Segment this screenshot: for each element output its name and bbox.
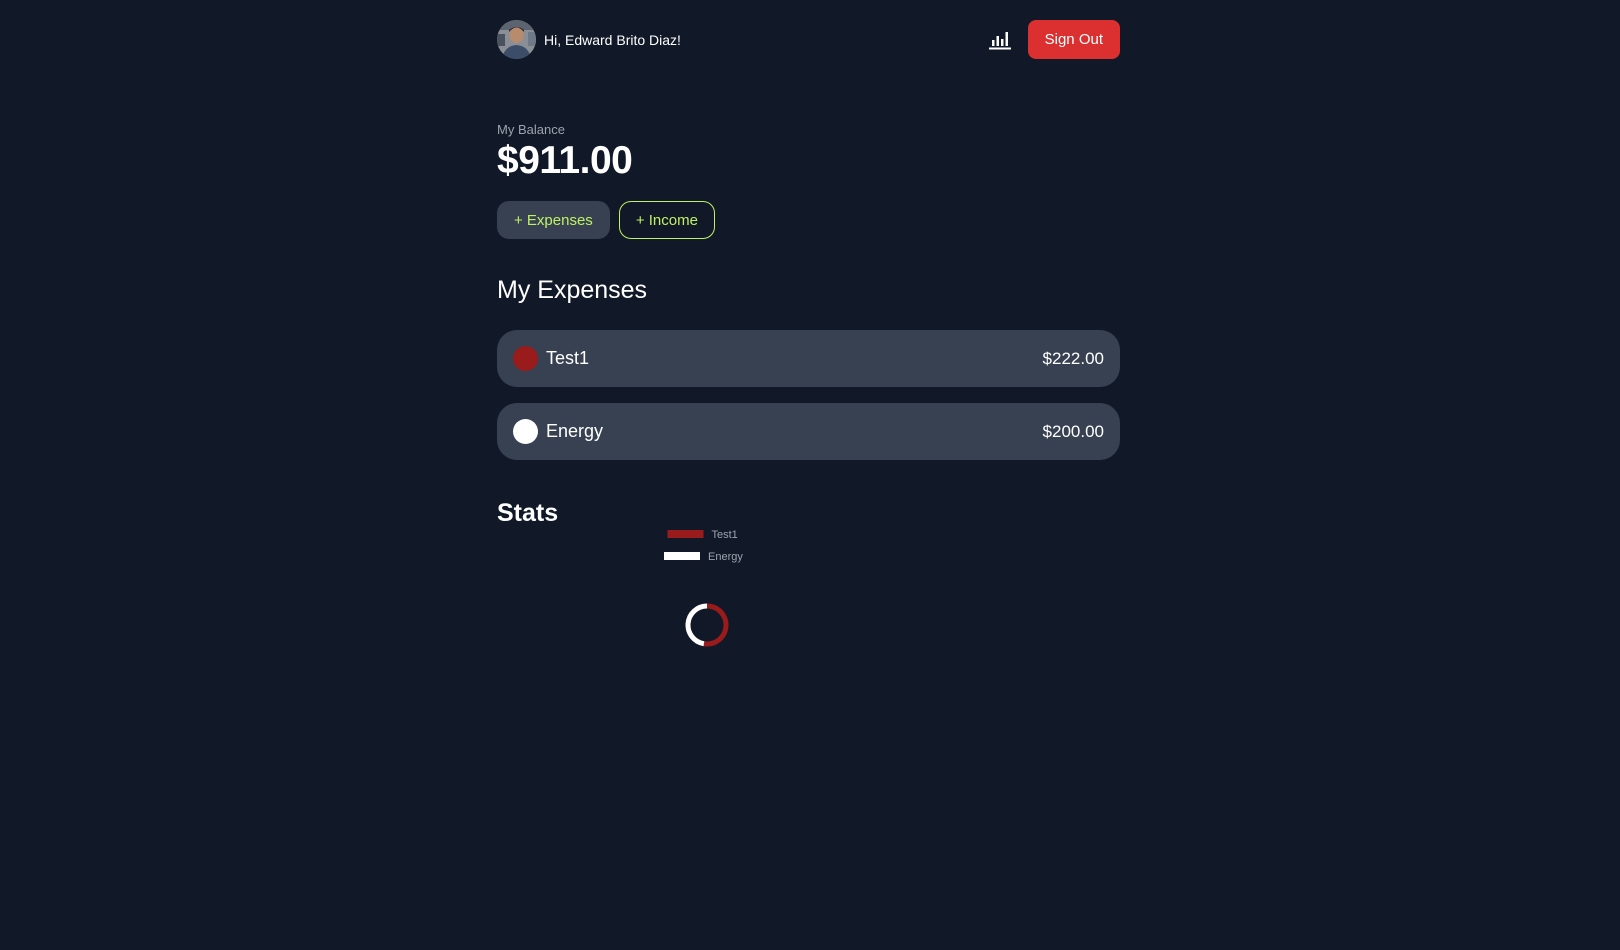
expense-list: Test1 $222.00 Energy $200.00 [497, 330, 1120, 460]
expense-item[interactable]: Energy $200.00 [497, 403, 1120, 460]
legend-label[interactable]: Test1 [712, 529, 738, 541]
expense-color-dot [513, 419, 538, 444]
legend-swatch[interactable] [667, 530, 704, 538]
doughnut-slice-energy[interactable] [685, 603, 708, 647]
expense-amount: $200.00 [1042, 421, 1104, 441]
expense-item-left: Energy [513, 419, 603, 444]
expense-item[interactable]: Test1 $222.00 [497, 330, 1120, 387]
action-buttons: + Expenses + Income [497, 201, 1120, 239]
avatar[interactable] [497, 20, 536, 59]
balance-amount: $911.00 [497, 139, 633, 182]
app-container: Hi, Edward Brito Diaz! Sign Out My Balan… [497, 20, 1120, 647]
stats-button[interactable] [988, 28, 1012, 52]
expense-name: Energy [546, 421, 604, 441]
stats-chart: Test1 Energy [497, 528, 917, 648]
expense-item-left: Test1 [513, 346, 589, 371]
doughnut-slice-test1[interactable] [703, 603, 729, 647]
expense-name: Test1 [546, 348, 590, 368]
user-info: Hi, Edward Brito Diaz! [497, 20, 681, 59]
doughnut-chart: Test1 Energy [664, 529, 743, 647]
header: Hi, Edward Brito Diaz! Sign Out [497, 20, 1120, 59]
stats-title: Stats [497, 499, 559, 527]
greeting-text: Hi, Edward Brito Diaz! [544, 31, 681, 48]
header-actions: Sign Out [988, 20, 1120, 59]
balance-label: My Balance [497, 122, 565, 137]
expenses-title: My Expenses [497, 276, 648, 304]
legend-swatch[interactable] [664, 552, 700, 560]
bar-chart-icon [988, 31, 1011, 49]
expense-amount: $222.00 [1042, 348, 1104, 368]
legend-label[interactable]: Energy [708, 551, 743, 563]
expense-color-dot [513, 346, 538, 371]
sign-out-button[interactable]: Sign Out [1027, 20, 1120, 59]
add-income-button[interactable]: + Income [618, 201, 715, 239]
add-expenses-button[interactable]: + Expenses [497, 201, 610, 239]
